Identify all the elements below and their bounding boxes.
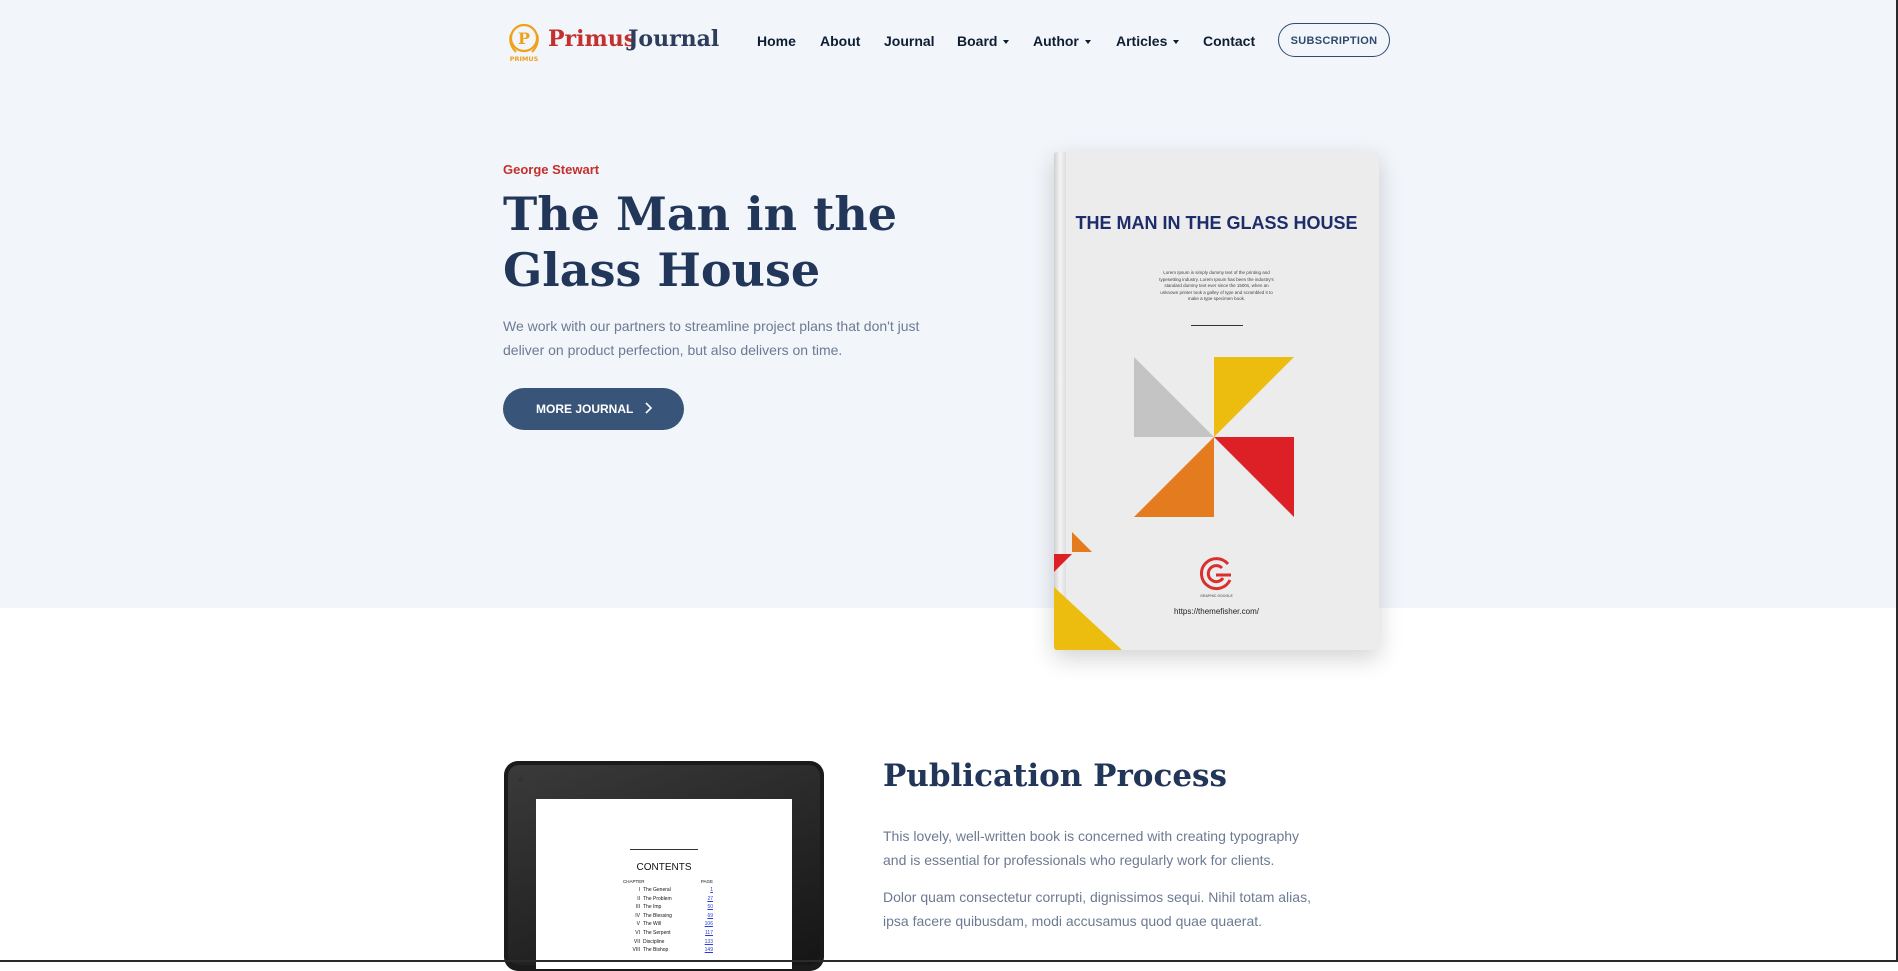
publication-paragraph-1: This lovely, well-written book is concer… [883,828,1300,868]
laurel-logo-icon: P PRIMUS [509,23,539,63]
nav-board-label: Board [957,33,998,49]
toc-num: III [635,904,640,911]
toc-page-link[interactable]: 117 [705,930,713,936]
chevron-down-icon [1003,40,1010,45]
toc-num: I [638,887,640,893]
toc-row: V The Will 106 [623,921,713,930]
nav-author[interactable]: Author [1033,33,1091,49]
toc-chapter-label: CHAPTER [623,879,645,884]
toc-title: The Imp [643,904,662,911]
toc-row: VI The Serpent 117 [623,930,713,939]
publication-paragraph-2: Dolor quam consectetur corrupti, digniss… [883,889,1311,929]
logo-word-primus: Primus [548,26,637,52]
more-journal-button[interactable]: MORE JOURNAL [503,388,684,430]
contents-heading: CONTENTS [636,862,692,873]
nav-articles[interactable]: Articles [1116,33,1180,49]
toc-page-link[interactable]: 50 [707,904,713,910]
book-publisher: GRAPHIC GOOGLE [1200,594,1233,598]
logo-mark-text: PRIMUS [510,55,539,63]
nav-articles-label: Articles [1116,33,1168,49]
toc-title: The General [643,887,671,893]
toc-title: The Problem [643,895,672,902]
toc-title: Discipline [643,938,665,945]
book-corner-shapes-icon [1054,532,1122,650]
hero-description: We work with our partners to streamline … [503,318,920,358]
chevron-down-icon [1173,40,1180,45]
toc-page-label: PAGE [700,879,713,884]
book-cover-image: THE MAN IN THE GLASS HOUSE Lorem Ipsum i… [1054,152,1379,650]
publication-process-title: Publication Process [883,758,1227,794]
nav-author-label: Author [1033,33,1079,49]
tablet-camera [518,777,523,782]
toc-num: IV [635,912,640,919]
tablet-screen: CONTENTS CHAPTER PAGE I The General 1 II Th… [536,799,792,969]
pinwheel-art-icon [1134,357,1294,517]
book-cover-title: THE MAN IN THE GLASS HOUSE [1075,213,1358,233]
tablet-image: CONTENTS CHAPTER PAGE I The General 1 II Th… [504,761,824,971]
toc-page-link[interactable]: 106 [705,921,713,927]
toc-row: IV The Blessing 69 [623,913,713,922]
toc-title: The Will [643,921,662,928]
site-logo[interactable]: P PRIMUS Primus Journal [504,20,724,66]
toc-header: CHAPTER PAGE [623,879,713,884]
logo-word-journal: Journal [628,26,720,52]
hero-background [0,0,1898,608]
toc-num: II [637,895,640,902]
table-of-contents: CHAPTER PAGE I The General 1 II The Problem… [623,879,713,956]
toc-page-link[interactable]: 69 [707,913,713,919]
book-cover-url: https://themefisher.com/ [1174,607,1259,616]
nav-journal[interactable]: Journal [884,33,935,49]
hero-author[interactable]: George Stewart [503,162,599,177]
toc-page-link[interactable]: 27 [707,896,713,902]
toc-row: VII Discipline 133 [623,939,713,948]
contents-divider [630,849,698,850]
toc-title: The Serpent [643,929,671,936]
toc-row: II The Problem 27 [623,896,713,905]
nav-home[interactable]: Home [757,33,796,49]
nav-board[interactable]: Board [957,33,1010,49]
nav-contact[interactable]: Contact [1203,33,1255,49]
subscription-button[interactable]: SUBSCRIPTION [1278,23,1390,57]
more-journal-label: MORE JOURNAL [536,402,634,416]
toc-page-link[interactable]: 1 [710,887,713,893]
toc-num: VI [635,929,640,936]
toc-num: V [636,921,640,928]
toc-row: III The Imp 50 [623,904,713,913]
toc-page-link[interactable]: 133 [705,939,713,945]
toc-num: VIII [632,947,640,954]
hero-title: The Man in the Glass House [503,187,898,297]
nav-about[interactable]: About [820,33,860,49]
book-cover-divider [1191,325,1243,326]
chevron-down-icon [1084,40,1091,45]
toc-row: I The General 1 [623,887,713,896]
chevron-right-icon [645,402,653,414]
toc-num: VII [633,938,640,945]
toc-title: The Blessing [643,912,672,919]
toc-page-link[interactable]: 149 [705,947,713,953]
toc-title: The Bishop [643,947,669,954]
publisher-logo-icon [1200,557,1232,591]
toc-row: VIII The Bishop 149 [623,947,713,956]
logo-mark-letter: P [518,29,530,48]
book-cover-blurb: Lorem Ipsum is simply dummy text of the … [1159,270,1274,301]
